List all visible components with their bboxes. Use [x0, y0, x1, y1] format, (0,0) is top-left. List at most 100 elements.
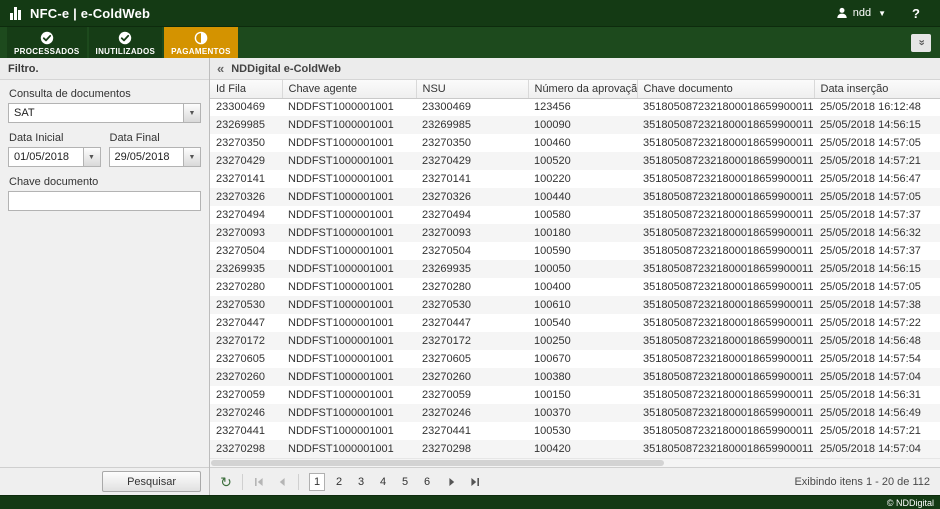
page-button[interactable]: 5	[397, 473, 413, 491]
column-header[interactable]: Data inserção	[814, 80, 940, 98]
table-cell: 351805087232180001865990001131100933613	[637, 98, 814, 116]
table-cell: 25/05/2018 14:56:15	[814, 260, 940, 278]
collapse-sidebar-icon[interactable]: «	[217, 62, 224, 75]
documents-grid: Id FilaChave agenteNSUNúmero da aprovaçã…	[210, 80, 940, 458]
table-cell: NDDFST1000001001	[282, 224, 416, 242]
table-row[interactable]: 23270059NDDFST10000010012327005910015035…	[210, 386, 940, 404]
data-inicial-input[interactable]: 01/05/2018 ▼	[8, 147, 101, 167]
table-cell: 25/05/2018 14:57:05	[814, 134, 940, 152]
table-cell: 23270260	[210, 368, 282, 386]
table-cell: 35180508723218000186599000113110093375	[637, 350, 814, 368]
table-cell: 35180508723218000186599000113110093375	[637, 152, 814, 170]
table-cell: 100580	[528, 206, 637, 224]
table-cell: 23270441	[416, 422, 528, 440]
data-inicial-label: Data Inicial	[9, 132, 101, 144]
refresh-button[interactable]: ↻	[216, 472, 236, 492]
table-row[interactable]: 23270172NDDFST10000010012327017210025035…	[210, 332, 940, 350]
first-page-button[interactable]	[249, 472, 269, 492]
column-header[interactable]: Id Fila	[210, 80, 282, 98]
table-cell: 23270504	[210, 242, 282, 260]
table-cell: NDDFST1000001001	[282, 170, 416, 188]
table-cell: 23270350	[416, 134, 528, 152]
table-cell: 100090	[528, 116, 637, 134]
app-logo-icon	[10, 7, 21, 20]
chevron-down-icon[interactable]: ▼	[183, 104, 200, 122]
pesquisar-button[interactable]: Pesquisar	[102, 471, 201, 492]
page-button-current[interactable]: 1	[309, 473, 325, 491]
table-row[interactable]: 23270326NDDFST10000010012327032610044035…	[210, 188, 940, 206]
table-row[interactable]: 23270447NDDFST10000010012327044710054035…	[210, 314, 940, 332]
table-cell: 25/05/2018 14:57:37	[814, 242, 940, 260]
last-page-button[interactable]	[465, 472, 485, 492]
table-row[interactable]: 23270141NDDFST10000010012327014110022035…	[210, 170, 940, 188]
scrollbar-thumb[interactable]	[211, 460, 664, 466]
table-cell: NDDFST1000001001	[282, 98, 416, 116]
table-cell: 123456	[528, 98, 637, 116]
table-cell: 25/05/2018 16:12:48	[814, 98, 940, 116]
table-cell: 25/05/2018 14:56:31	[814, 386, 940, 404]
table-row[interactable]: 23270298NDDFST10000010012327029810042035…	[210, 440, 940, 458]
tab-inutilizados[interactable]: INUTILIZADOS	[89, 27, 163, 58]
documents-table: Id FilaChave agenteNSUNúmero da aprovaçã…	[210, 80, 940, 458]
table-row[interactable]: 23270530NDDFST10000010012327053010061035…	[210, 296, 940, 314]
table-row[interactable]: 23270260NDDFST10000010012327026010038035…	[210, 368, 940, 386]
next-page-button[interactable]	[442, 472, 462, 492]
table-cell: NDDFST1000001001	[282, 332, 416, 350]
filter-panel-header: Filtro.	[0, 58, 209, 80]
table-row[interactable]: 23270605NDDFST10000010012327060510067035…	[210, 350, 940, 368]
tab-processados[interactable]: PROCESSADOS	[7, 27, 87, 58]
help-button[interactable]: ?	[912, 6, 920, 21]
chevron-down-icon[interactable]: ▼	[83, 148, 100, 166]
table-cell: 23270172	[210, 332, 282, 350]
table-cell: NDDFST1000001001	[282, 314, 416, 332]
page-button[interactable]: 3	[353, 473, 369, 491]
table-row[interactable]: 23270494NDDFST10000010012327049410058035…	[210, 206, 940, 224]
column-header[interactable]: Chave agente	[282, 80, 416, 98]
user-menu[interactable]: ndd ▼	[836, 7, 886, 19]
table-row[interactable]: 23300469NDDFST10000010012330046912345635…	[210, 98, 940, 116]
user-name: ndd	[853, 7, 871, 19]
titlebar: NFC-e | e-ColdWeb ndd ▼ ?	[0, 0, 940, 26]
titlebar-right: ndd ▼ ?	[836, 6, 930, 21]
chave-input[interactable]	[8, 191, 201, 211]
table-cell: 35180508723218000186599000113110093375	[637, 188, 814, 206]
table-row[interactable]: 23270441NDDFST10000010012327044110053035…	[210, 422, 940, 440]
ribbon-tabstrip: PROCESSADOS INUTILIZADOS PAGAMENTOS »	[0, 26, 940, 58]
data-final-input[interactable]: 29/05/2018 ▼	[109, 147, 202, 167]
column-header[interactable]: NSU	[416, 80, 528, 98]
column-header[interactable]: Número da aprovação	[528, 80, 637, 98]
horizontal-scrollbar[interactable]	[210, 458, 940, 467]
table-cell: 100180	[528, 224, 637, 242]
table-cell: 25/05/2018 14:57:54	[814, 350, 940, 368]
prev-page-button[interactable]	[272, 472, 292, 492]
table-cell: 23269935	[210, 260, 282, 278]
table-row[interactable]: 23270504NDDFST10000010012327050410059035…	[210, 242, 940, 260]
table-row[interactable]: 23270093NDDFST10000010012327009310018035…	[210, 224, 940, 242]
table-row[interactable]: 23270350NDDFST10000010012327035010046035…	[210, 134, 940, 152]
consulta-select[interactable]: SAT ▼	[8, 103, 201, 123]
table-row[interactable]: 23270280NDDFST10000010012327028010040035…	[210, 278, 940, 296]
page-button[interactable]: 6	[419, 473, 435, 491]
table-row[interactable]: 23270429NDDFST10000010012327042910052035…	[210, 152, 940, 170]
page-button[interactable]: 2	[331, 473, 347, 491]
page-button[interactable]: 4	[375, 473, 391, 491]
table-row[interactable]: 23269985NDDFST10000010012326998510009035…	[210, 116, 940, 134]
collapse-ribbon-button[interactable]: »	[911, 34, 931, 52]
main-panel-title: NDDigital e-ColdWeb	[231, 63, 341, 75]
column-header[interactable]: Chave documento	[637, 80, 814, 98]
chevron-down-icon[interactable]: ▼	[183, 148, 200, 166]
table-cell: 23270447	[416, 314, 528, 332]
table-cell: 100150	[528, 386, 637, 404]
table-cell: 35180508723218000186599000113110093375	[637, 206, 814, 224]
table-row[interactable]: 23269935NDDFST10000010012326993510005035…	[210, 260, 940, 278]
table-cell: 25/05/2018 14:56:49	[814, 404, 940, 422]
table-cell: 35180508723218000186599000113110093375	[637, 170, 814, 188]
table-cell: 23270093	[210, 224, 282, 242]
table-cell: 35180508723218000186599000113110093375	[637, 332, 814, 350]
table-cell: 23270494	[416, 206, 528, 224]
tab-pagamentos[interactable]: PAGAMENTOS	[164, 27, 238, 58]
table-cell: NDDFST1000001001	[282, 152, 416, 170]
tab-label: PAGAMENTOS	[171, 47, 231, 56]
table-cell: 100440	[528, 188, 637, 206]
table-row[interactable]: 23270246NDDFST10000010012327024610037035…	[210, 404, 940, 422]
